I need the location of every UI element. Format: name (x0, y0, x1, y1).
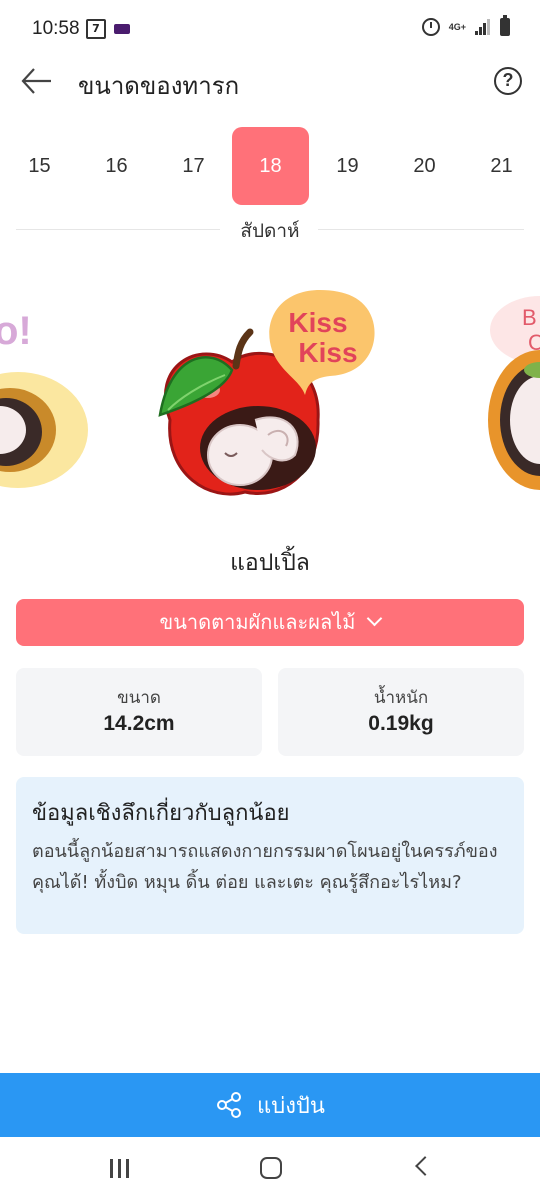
next-fruit-peek: B C (488, 296, 540, 490)
status-notification-icons: 7 (86, 19, 130, 39)
status-bar: 10:58 7 4G+ (0, 0, 540, 60)
alarm-icon (421, 18, 440, 36)
week-item-18-selected[interactable]: 18 (232, 127, 309, 205)
svg-text:o!: o! (0, 309, 32, 353)
week-item-20[interactable]: 20 (386, 127, 463, 205)
help-button[interactable]: ? (494, 67, 522, 95)
arrow-left-icon (21, 68, 51, 94)
weight-value: 0.19kg (368, 712, 434, 735)
share-button[interactable]: แบ่งปัน (0, 1073, 540, 1137)
app-notification-icon (114, 24, 130, 34)
prev-fruit-peek: o! (0, 309, 88, 488)
share-button-content: แบ่งปัน (0, 1073, 540, 1137)
week-item-17[interactable]: 17 (155, 127, 232, 205)
seven-eleven-icon: 7 (86, 19, 106, 39)
weight-label: น้ำหนัก (373, 688, 429, 708)
svg-text:B: B (522, 305, 537, 330)
svg-text:Kiss: Kiss (298, 337, 357, 368)
weight-card: น้ำหนัก 0.19kg (278, 668, 524, 756)
recents-icon[interactable] (110, 1159, 132, 1178)
baby-insight-card: ข้อมูลเชิงลึกเกี่ยวกับลูกน้อย ตอนนี้ลูกน… (16, 777, 524, 934)
week-item-15[interactable]: 15 (1, 127, 78, 205)
week-selector: 15 16 17 18 19 20 21 (0, 127, 540, 205)
share-icon (217, 1092, 242, 1118)
share-label: แบ่งปัน (257, 1093, 325, 1119)
svg-text:Kiss: Kiss (288, 307, 347, 338)
week-unit-label: สัปดาห์ (240, 220, 300, 242)
week-item-16[interactable]: 16 (78, 127, 155, 205)
size-comparison-dropdown[interactable]: ขนาดตามผักและผลไม้ (16, 599, 524, 646)
fruit-name: แอปเปิ้ล (230, 550, 310, 576)
status-time: 10:58 (32, 18, 80, 39)
system-nav-bar (0, 1137, 540, 1200)
size-label: ขนาด (117, 688, 161, 708)
week-item-19[interactable]: 19 (309, 127, 386, 205)
app-bar: ขนาดของทารก ? (0, 60, 540, 104)
size-card: ขนาด 14.2cm (16, 668, 262, 756)
size-value: 14.2cm (103, 712, 175, 735)
signal-icon (475, 19, 491, 35)
home-icon[interactable] (260, 1157, 282, 1179)
insight-title: ข้อมูลเชิงลึกเกี่ยวกับลูกน้อย (32, 801, 290, 826)
network-type: 4G+ (448, 21, 466, 32)
insight-body: ตอนนี้ลูกน้อยสามารถแสดงกายกรรมผาดโผนอยู่… (32, 841, 498, 893)
week-item-21[interactable]: 21 (463, 127, 540, 205)
size-comparison-label: ขนาดตามผักและผลไม้ (159, 610, 356, 634)
chevron-down-icon (367, 610, 383, 627)
status-system-icons: 4G+ (421, 15, 510, 36)
page-title: ขนาดของทารก (78, 72, 240, 100)
fruit-illustration: o! B C Kiss Kiss (0, 290, 540, 496)
system-back-icon[interactable] (415, 1156, 435, 1176)
question-circle-icon: ? (502, 70, 514, 90)
back-button[interactable] (20, 64, 54, 98)
fruit-carousel[interactable]: o! B C Kiss Kiss (0, 270, 540, 530)
battery-icon (500, 15, 510, 36)
